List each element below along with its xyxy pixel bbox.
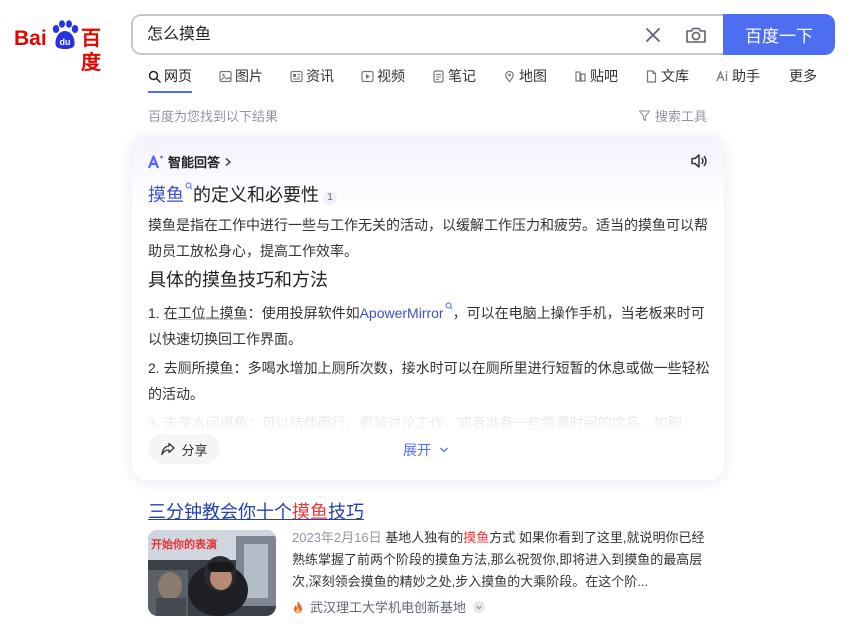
expand-label: 展开 — [403, 442, 431, 458]
search-input[interactable] — [147, 16, 617, 53]
result-title-link[interactable]: 三分钟教会你十个摸鱼技巧 — [148, 500, 364, 524]
tab-tieba[interactable]: 贴吧 — [574, 66, 618, 86]
search-button[interactable]: 百度一下 — [723, 14, 835, 55]
camera-icon[interactable] — [684, 23, 708, 47]
tab-notes[interactable]: 笔记 — [432, 66, 476, 86]
result-source[interactable]: 武汉理工大学机电创新基地 — [292, 597, 486, 616]
ai-list-item-3-faded: 3. 去茶水间摸鱼：可以结伴而行，假装讨论工作，或者准备一些需要时间的饮品，如胸 — [148, 415, 682, 431]
logo-text-du: du — [60, 37, 71, 47]
abstract-highlight: 摸鱼 — [463, 530, 490, 545]
tab-label: 视频 — [377, 68, 405, 84]
baidu-logo[interactable]: Bai du 百度 — [14, 16, 118, 74]
tab-news[interactable]: 资讯 — [290, 66, 334, 86]
tab-label: 图片 — [235, 68, 263, 84]
close-icon[interactable] — [642, 24, 664, 46]
tab-more[interactable]: 更多 — [789, 66, 817, 86]
logo-text-cn: 百度 — [81, 28, 101, 74]
source-name: 武汉理工大学机电创新基地 — [310, 600, 467, 615]
search-hint-icon — [445, 302, 452, 310]
map-icon — [505, 70, 514, 82]
share-button[interactable]: 分享 — [148, 434, 220, 464]
chevron-down-icon — [440, 447, 448, 453]
keyword-link-moyu[interactable]: 摸鱼 — [148, 185, 184, 205]
result-title-highlight: 摸鱼 — [292, 502, 328, 522]
ai-answer-card: 智能回答 摸鱼 的定义和必要性 1 摸鱼是指在工作中进行一些与工作无关的活动，以缓解… — [132, 136, 724, 480]
result-abstract: 2023年2月16日 基地人独有的摸鱼方式 如果你看到了这里,就说明你已经熟练掌… — [292, 527, 712, 593]
tab-label: 助手 — [732, 68, 760, 84]
ai-answer-header[interactable]: 智能回答 — [148, 152, 233, 171]
tab-assistant[interactable]: 助手 — [716, 66, 760, 86]
result-title-text: 三分钟教会你十个 — [148, 502, 292, 522]
filter-icon — [638, 110, 651, 122]
ai-heading-rest: 的定义和必要性 — [193, 185, 319, 205]
search-icon — [148, 70, 161, 83]
keyword-link-workstation[interactable]: 在工位上摸鱼 — [164, 305, 248, 321]
list-text: ：使用投屏软件如 — [247, 305, 360, 321]
ai-heading-tips: 具体的摸鱼技巧和方法 — [148, 270, 328, 290]
thumbnail-image: 开始你的表演 — [148, 530, 276, 616]
video-icon — [361, 70, 374, 82]
tab-web[interactable]: 网页 — [148, 66, 192, 86]
note-icon — [433, 69, 444, 83]
doc-icon — [646, 69, 657, 83]
thumbnail-caption: 开始你的表演 — [151, 537, 217, 551]
search-box — [131, 14, 727, 55]
ai-list-item-1: 1. 在工位上摸鱼：使用投屏软件如ApowerMirror ，可以在电脑上操作手机… — [148, 300, 713, 352]
share-label: 分享 — [181, 442, 208, 458]
ai-icon — [716, 69, 728, 81]
share-icon — [161, 442, 176, 456]
logo-text-bai: Bai — [14, 27, 47, 50]
search-tools-label: 搜索工具 — [655, 109, 708, 124]
tab-wenku[interactable]: 文库 — [645, 66, 689, 86]
speaker-icon[interactable] — [689, 151, 709, 171]
list-number: 1. — [148, 305, 164, 321]
result-thumbnail[interactable]: 开始你的表演 — [148, 530, 276, 616]
ai-logo-icon — [148, 154, 163, 168]
tab-label: 地图 — [519, 68, 547, 84]
news-icon — [290, 70, 303, 82]
tab-video[interactable]: 视频 — [361, 66, 405, 86]
keyword-link-apowermirror[interactable]: ApowerMirror — [360, 305, 444, 321]
tab-map[interactable]: 地图 — [503, 66, 547, 86]
tab-images[interactable]: 图片 — [219, 66, 263, 86]
ai-answer-title: 智能回答 — [168, 155, 221, 170]
ai-paragraph-definition: 摸鱼是指在工作中进行一些与工作无关的活动，以缓解工作压力和疲劳。适当的摸鱼可以帮… — [148, 217, 708, 259]
list-keyword: 去厕所摸鱼 — [163, 360, 234, 376]
list-number: 2. — [148, 360, 164, 376]
tieba-icon — [575, 70, 586, 82]
search-tools-button[interactable]: 搜索工具 — [638, 106, 707, 125]
source-info-icon[interactable] — [472, 600, 486, 614]
citation-badge[interactable]: 1 — [323, 191, 337, 205]
fire-icon — [294, 600, 302, 613]
active-tab-indicator — [148, 91, 192, 93]
tab-label: 网页 — [164, 68, 192, 84]
tab-label: 资讯 — [306, 68, 334, 84]
result-title-text: 技巧 — [328, 502, 364, 522]
abstract-text: 基地人独有的 — [381, 530, 464, 545]
tab-label: 文库 — [661, 68, 689, 84]
chevron-right-icon — [225, 157, 232, 166]
tab-label: 笔记 — [448, 68, 476, 84]
tab-label: 更多 — [789, 68, 817, 84]
ai-list-item-2: 2. 去厕所摸鱼：多喝水增加上厕所次数，接水时可以在厕所里进行短暂的休息或做一些… — [148, 355, 713, 407]
ai-heading-definition: 摸鱼 的定义和必要性 1 — [148, 182, 337, 207]
expand-button[interactable]: 展开 — [403, 440, 449, 460]
result-date: 2023年2月16日 — [292, 530, 382, 545]
image-icon — [219, 70, 232, 82]
result-count: 百度为您找到以下结果 — [148, 109, 279, 124]
tab-label: 贴吧 — [590, 68, 618, 84]
search-hint-icon — [185, 182, 193, 190]
paw-logo-icon: du — [52, 20, 79, 49]
